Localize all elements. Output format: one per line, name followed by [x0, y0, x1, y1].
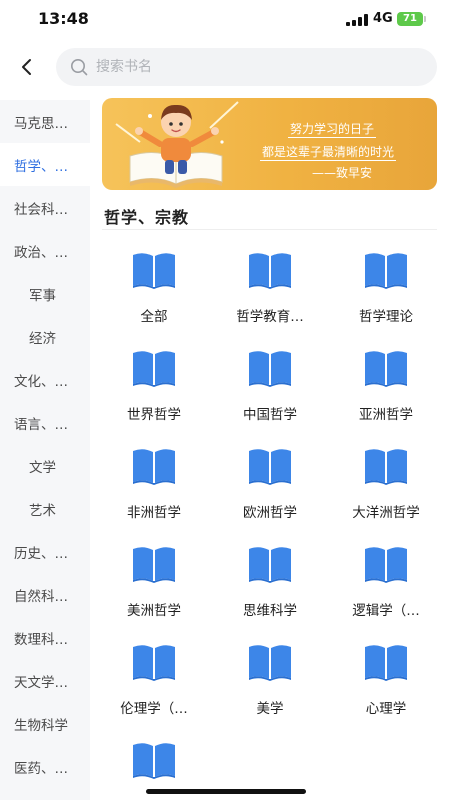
book-icon [131, 249, 177, 289]
section-divider [102, 229, 437, 230]
category-label: 全部 [140, 309, 168, 325]
back-button[interactable] [12, 52, 42, 82]
book-icon [363, 249, 409, 289]
category-item[interactable]: 非洲哲学 [96, 439, 212, 537]
category-label: 心理学 [365, 701, 407, 717]
status-time: 13:48 [38, 9, 89, 28]
category-label: 亚洲哲学 [359, 407, 413, 423]
banner-line-1: 努力学习的日子 [288, 122, 377, 138]
book-icon [131, 445, 177, 485]
battery-icon: 71 [397, 12, 423, 26]
sidebar-item[interactable]: 艺术 [0, 487, 90, 530]
category-label: 中国哲学 [243, 407, 297, 423]
status-bar: 13:48 4G 71 [0, 0, 450, 40]
search-bar[interactable] [56, 48, 437, 86]
book-icon [247, 249, 293, 289]
book-icon [247, 347, 293, 387]
network-type: 4G [373, 11, 393, 26]
sidebar-item[interactable]: 医药、… [0, 745, 90, 788]
category-sidebar: 马克思… 哲学、… 社会科… 政治、… 军事 经济 文化、… 语言、… 文学 艺术 历史、… 自然科…… [0, 100, 90, 800]
sidebar-item[interactable]: 文化、… [0, 358, 90, 401]
banner-line-3: ——致早安 [312, 166, 373, 180]
book-icon [363, 641, 409, 681]
girl-reading-illustration [115, 101, 239, 188]
sidebar-item[interactable]: 文学 [0, 444, 90, 487]
category-label: 伦理学（… [120, 701, 188, 717]
sidebar-item[interactable]: 军事 [0, 272, 90, 315]
sidebar-item[interactable]: 马克思… [0, 100, 90, 143]
signal-icon [346, 14, 368, 26]
book-icon [247, 641, 293, 681]
category-label: 世界哲学 [127, 407, 181, 423]
category-item[interactable]: 美洲哲学 [96, 537, 212, 635]
category-item[interactable]: 世界哲学 [96, 341, 212, 439]
book-icon [131, 347, 177, 387]
book-icon [363, 445, 409, 485]
sidebar-item[interactable]: 经济 [0, 315, 90, 358]
sidebar-item[interactable]: 历史、… [0, 530, 90, 573]
home-indicator [146, 789, 306, 794]
category-item[interactable]: 全部 [96, 243, 212, 341]
category-label: 欧洲哲学 [243, 505, 297, 521]
sidebar-item[interactable]: 哲学、… [0, 143, 90, 186]
section-title: 哲学、宗教 [104, 208, 190, 227]
search-icon [71, 59, 88, 76]
sidebar-item[interactable]: 社会科… [0, 186, 90, 229]
category-item[interactable]: 亚洲哲学 [328, 341, 444, 439]
book-icon [247, 543, 293, 583]
search-input[interactable] [96, 48, 426, 86]
category-label: 大洋洲哲学 [352, 505, 420, 521]
category-label: 哲学教育… [236, 309, 304, 325]
category-item[interactable]: 欧洲哲学 [212, 439, 328, 537]
chevron-left-icon [22, 59, 31, 75]
category-item[interactable]: 中国哲学 [212, 341, 328, 439]
promo-banner[interactable]: 努力学习的日子 都是这辈子最清晰的时光 ——致早安 [102, 98, 437, 190]
book-icon [131, 543, 177, 583]
category-label: 逻辑学（… [352, 603, 420, 619]
category-label: 非洲哲学 [127, 505, 181, 521]
sidebar-item[interactable]: 数理科… [0, 616, 90, 659]
banner-line-2: 都是这辈子最清晰的时光 [260, 145, 397, 161]
category-item[interactable]: 思维科学 [212, 537, 328, 635]
sidebar-item[interactable]: 天文学… [0, 659, 90, 702]
category-item[interactable]: 伦理学（… [96, 635, 212, 733]
category-label: 哲学理论 [359, 309, 413, 325]
book-icon [247, 445, 293, 485]
category-item[interactable]: 大洋洲哲学 [328, 439, 444, 537]
sidebar-item[interactable]: 生物科学 [0, 702, 90, 745]
category-item[interactable]: 哲学教育… [212, 243, 328, 341]
category-label: 思维科学 [243, 603, 297, 619]
book-icon [363, 543, 409, 583]
book-icon [131, 739, 177, 779]
category-item[interactable]: 心理学 [328, 635, 444, 733]
category-item[interactable]: 逻辑学（… [328, 537, 444, 635]
sidebar-item[interactable]: 语言、… [0, 401, 90, 444]
sidebar-item[interactable]: 自然科… [0, 573, 90, 616]
battery-tip [424, 16, 426, 22]
category-item[interactable]: 哲学理论 [328, 243, 444, 341]
battery-level: 71 [403, 13, 417, 24]
category-item[interactable]: 美学 [212, 635, 328, 733]
category-label: 美洲哲学 [127, 603, 181, 619]
category-label: 美学 [256, 701, 284, 717]
sidebar-item[interactable]: 政治、… [0, 229, 90, 272]
book-icon [363, 347, 409, 387]
book-icon [131, 641, 177, 681]
